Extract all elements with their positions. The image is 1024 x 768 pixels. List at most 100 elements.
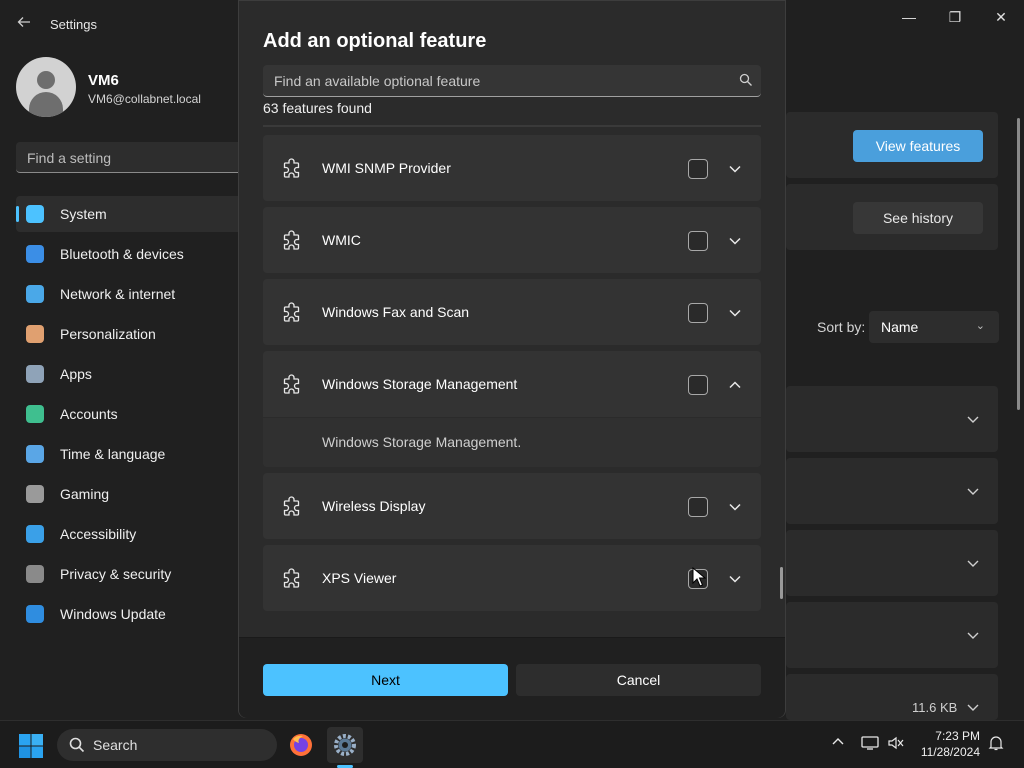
close-button[interactable]: ✕ [983, 6, 1019, 28]
scrollbar[interactable] [1017, 118, 1020, 410]
feature-name: Windows Storage Management [322, 376, 518, 392]
sort-by-dropdown[interactable]: Name ⌄ [869, 311, 999, 343]
feature-name: WMI SNMP Provider [322, 160, 451, 176]
sidebar-item-system[interactable]: System [16, 196, 256, 232]
feature-search-field[interactable] [263, 65, 761, 97]
feature-checkbox[interactable] [688, 303, 708, 323]
sidebar-item-label: Network & internet [60, 286, 176, 302]
avatar[interactable] [16, 57, 76, 117]
clock-time: 7:23 PM [935, 729, 980, 743]
back-arrow-icon[interactable] [14, 14, 34, 34]
sidebar-item-label: Time & language [60, 446, 166, 462]
features-found-count: 63 features found [263, 100, 372, 116]
sidebar-item-label: Accounts [60, 406, 118, 422]
minimize-button[interactable]: — [891, 6, 927, 28]
taskbar: Search 7:23 PM 11/28/2024 [0, 720, 1024, 768]
sidebar-item-accessibility[interactable]: Accessibility [16, 516, 256, 552]
screen: Settings — ❐ ✕ VM6 VM6@collabnet.local F… [0, 0, 1024, 768]
volume-muted-icon[interactable] [886, 735, 906, 755]
app-title: Settings [50, 17, 97, 32]
feature-checkbox[interactable] [688, 375, 708, 395]
sidebar-item-privacy-security[interactable]: Privacy & security [16, 556, 256, 592]
sort-by-label: Sort by: [817, 319, 866, 335]
feature-header[interactable]: Windows Fax and Scan [263, 279, 761, 345]
network-icon[interactable] [860, 735, 880, 755]
feature-list: WMI SNMP Provider WMIC Windows Fax and Sca… [263, 135, 761, 615]
shield-icon [26, 565, 44, 583]
windows-start-icon[interactable] [18, 733, 44, 759]
sidebar-item-bluetooth-devices[interactable]: Bluetooth & devices [16, 236, 256, 272]
dialog-title: Add an optional feature [263, 30, 487, 52]
sidebar-item-label: System [60, 206, 107, 222]
next-button[interactable]: Next [263, 664, 508, 696]
sidebar-item-label: Bluetooth & devices [60, 246, 184, 262]
sidebar-item-label: Windows Update [60, 606, 166, 622]
feature-checkbox[interactable] [688, 159, 708, 179]
mouse-cursor-icon [692, 567, 706, 587]
chevron-down-icon[interactable] [725, 231, 745, 251]
clock[interactable]: 7:23 PM 11/28/2024 [906, 728, 980, 760]
update-icon [26, 605, 44, 623]
sidebar-item-gaming[interactable]: Gaming [16, 476, 256, 512]
feature-item: WMIC [263, 207, 761, 273]
chevron-up-icon[interactable] [828, 735, 848, 755]
accessibility-icon [26, 525, 44, 543]
chevron-down-icon[interactable] [725, 159, 745, 179]
notification-bell-icon[interactable] [986, 735, 1006, 755]
wifi-icon [26, 285, 44, 303]
sidebar-item-label: Personalization [60, 326, 156, 342]
settings-gear-icon[interactable] [327, 727, 363, 763]
search-icon [739, 73, 752, 86]
sidebar-item-personalization[interactable]: Personalization [16, 316, 256, 352]
chevron-down-icon[interactable] [725, 303, 745, 323]
feature-checkbox[interactable] [688, 497, 708, 517]
feature-item: Windows Fax and Scan [263, 279, 761, 345]
sidebar-item-windows-update[interactable]: Windows Update [16, 596, 256, 632]
feature-item: Windows Storage Management Windows Storag… [263, 351, 761, 467]
chevron-down-icon[interactable] [966, 556, 980, 570]
sidebar-item-network-internet[interactable]: Network & internet [16, 276, 256, 312]
chevron-up-icon[interactable] [725, 375, 745, 395]
feature-checkbox[interactable] [688, 231, 708, 251]
clock-date: 11/28/2024 [920, 745, 980, 759]
taskbar-search[interactable]: Search [57, 729, 277, 761]
chevron-down-icon[interactable] [966, 628, 980, 642]
puzzle-piece-icon [281, 374, 303, 396]
firefox-icon[interactable] [283, 727, 319, 763]
sidebar-item-label: Accessibility [60, 526, 137, 542]
feature-description: Windows Storage Management. [263, 417, 761, 467]
maximize-button[interactable]: ❐ [937, 6, 973, 28]
cancel-button[interactable]: Cancel [516, 664, 761, 696]
chevron-down-icon[interactable] [725, 569, 745, 589]
scrollbar[interactable] [780, 567, 783, 599]
dialog-footer: Next Cancel [239, 637, 785, 718]
feature-name: Windows Fax and Scan [322, 304, 470, 320]
feature-search-input[interactable] [263, 65, 723, 96]
puzzle-piece-icon [281, 230, 303, 252]
sidebar-item-time-language[interactable]: Time & language [16, 436, 256, 472]
globe-clock-icon [26, 445, 44, 463]
bluetooth-icon [26, 245, 44, 263]
view-features-button[interactable]: View features [853, 130, 983, 162]
sidebar-item-accounts[interactable]: Accounts [16, 396, 256, 432]
find-setting-input[interactable]: Find a setting [16, 142, 256, 173]
feature-item: WMI SNMP Provider [263, 135, 761, 201]
puzzle-piece-icon [281, 496, 303, 518]
feature-header[interactable]: XPS Viewer [263, 545, 761, 611]
sidebar-item-label: Apps [60, 366, 92, 382]
chevron-down-icon[interactable] [966, 700, 980, 714]
sidebar-item-apps[interactable]: Apps [16, 356, 256, 392]
feature-header[interactable]: Wireless Display [263, 473, 761, 539]
feature-header[interactable]: WMIC [263, 207, 761, 273]
brush-icon [26, 325, 44, 343]
chevron-down-icon[interactable] [725, 497, 745, 517]
taskbar-search-label: Search [93, 737, 138, 753]
see-history-button[interactable]: See history [853, 202, 983, 234]
list-divider [263, 125, 761, 127]
chevron-down-icon[interactable] [966, 484, 980, 498]
chevron-down-icon[interactable] [966, 412, 980, 426]
chevron-down-icon: ⌄ [975, 320, 985, 332]
feature-header[interactable]: Windows Storage Management [263, 351, 761, 417]
sidebar-nav: System Bluetooth & devices Network & inter… [16, 196, 256, 636]
feature-header[interactable]: WMI SNMP Provider [263, 135, 761, 201]
